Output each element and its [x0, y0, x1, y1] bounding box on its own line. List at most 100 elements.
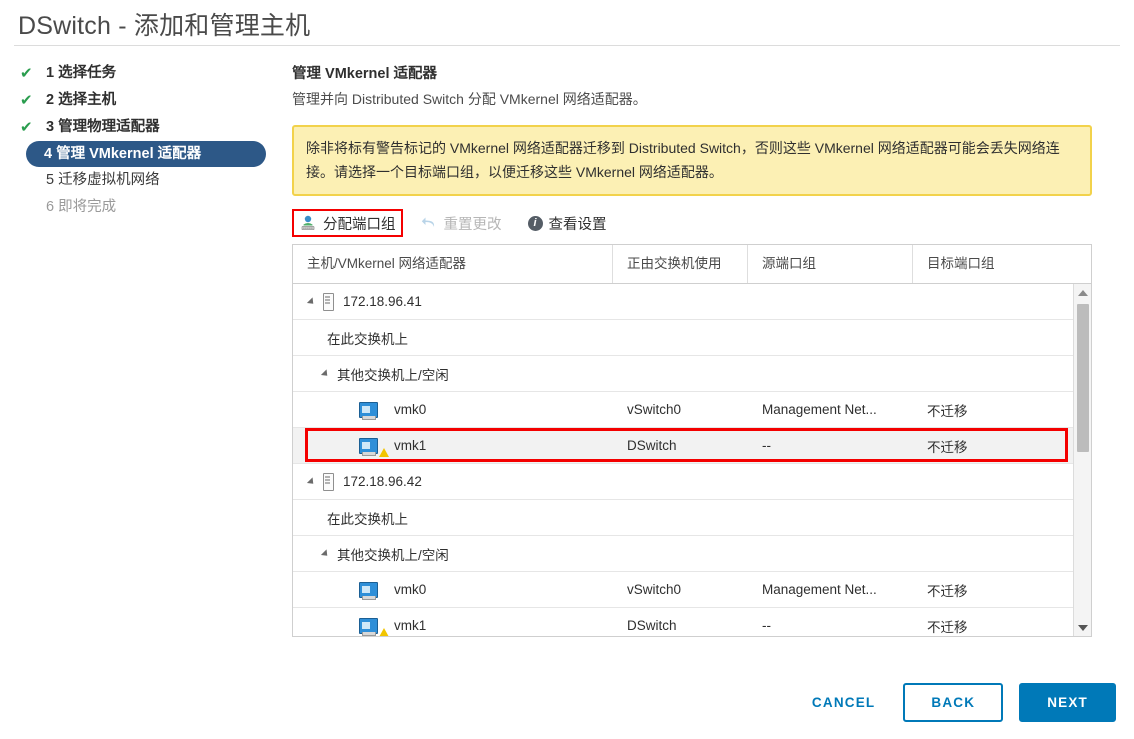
- cell-switch: [613, 536, 748, 571]
- row-label: 其他交换机上/空闲: [337, 367, 449, 383]
- wizard-dialog: DSwitch - 添加和管理主机 ✔ 1 选择任务 ✔ 2 选择主机 ✔ 3 管理物理适…: [0, 0, 1134, 739]
- host-icon: [323, 292, 334, 311]
- wizard-step-5[interactable]: 5 迁移虚拟机网络: [0, 167, 285, 194]
- table-row[interactable]: 172.18.96.42: [293, 464, 1091, 500]
- dialog-footer: CANCEL BACK NEXT: [0, 672, 1134, 732]
- table-row[interactable]: 在此交换机上: [293, 320, 1091, 356]
- host-icon: [323, 472, 334, 491]
- cell-source-portgroup: [748, 500, 913, 535]
- cell-host-adapter: vmk1: [293, 428, 613, 463]
- vmkernel-adapter-icon: [359, 581, 386, 600]
- cell-host-adapter: 在此交换机上: [293, 500, 613, 535]
- vmkernel-adapter-icon: [359, 401, 386, 420]
- row-label: 172.18.96.41: [343, 294, 422, 309]
- wizard-step-4[interactable]: 4 管理 VMkernel 适配器: [26, 141, 266, 167]
- cell-source-portgroup: [748, 536, 913, 571]
- reset-changes-button[interactable]: 重置更改: [417, 209, 506, 237]
- cancel-button[interactable]: CANCEL: [798, 685, 889, 720]
- next-button[interactable]: NEXT: [1019, 682, 1116, 722]
- column-header-host[interactable]: 主机/VMkernel 网络适配器: [293, 245, 613, 283]
- view-settings-button[interactable]: i 查看设置: [524, 209, 611, 237]
- cell-host-adapter: 172.18.96.42: [293, 464, 613, 499]
- cell-host-adapter: vmk1: [293, 608, 613, 636]
- cell-switch: vSwitch0: [627, 402, 682, 417]
- cell-target-portgroup: [913, 320, 1076, 355]
- row-label: vmk1: [394, 618, 427, 633]
- info-icon: i: [527, 215, 543, 231]
- row-label: 其他交换机上/空闲: [337, 547, 449, 563]
- row-label: vmk1: [394, 438, 427, 453]
- table-row[interactable]: vmk1 DSwitch -- 不迁移: [293, 428, 1091, 464]
- cell-target-portgroup: [913, 284, 1076, 319]
- table-row[interactable]: vmk0 vSwitch0 Management Net... 不迁移: [293, 392, 1091, 428]
- step-check-icon: ✔: [20, 65, 33, 82]
- cell-target-portgroup: 不迁移: [927, 619, 968, 635]
- table-row[interactable]: 在此交换机上: [293, 500, 1091, 536]
- wizard-step-2[interactable]: ✔ 2 选择主机: [0, 87, 285, 114]
- cell-switch: [613, 464, 748, 499]
- section-subheading: 管理并向 Distributed Switch 分配 VMkernel 网络适配…: [292, 91, 647, 107]
- cell-target-portgroup: 不迁移: [927, 403, 968, 419]
- title-bar: DSwitch - 添加和管理主机: [0, 0, 1134, 48]
- column-header-source-portgroup[interactable]: 源端口组: [748, 245, 913, 283]
- undo-icon: [421, 216, 438, 230]
- cell-source-portgroup: [748, 284, 913, 319]
- wizard-step-6[interactable]: 6 即将完成: [0, 194, 285, 221]
- cell-target-portgroup: 不迁移: [927, 439, 968, 455]
- grid-toolbar: 分配端口组 重置更改 i 查看设置: [292, 208, 1100, 238]
- cell-target-portgroup: [913, 356, 1076, 391]
- vertical-scrollbar[interactable]: [1073, 284, 1091, 636]
- cell-switch: [613, 284, 748, 319]
- cell-host-adapter: vmk0: [293, 572, 613, 607]
- table-row[interactable]: vmk0 vSwitch0 Management Net... 不迁移: [293, 572, 1091, 608]
- wizard-steps: ✔ 1 选择任务 ✔ 2 选择主机 ✔ 3 管理物理适配器 4 管理 VMkernel 适配…: [0, 60, 285, 221]
- row-label: vmk0: [394, 402, 427, 417]
- wizard-step-label: 3 管理物理适配器: [46, 119, 160, 135]
- cell-target-portgroup: [913, 536, 1076, 571]
- main-content: 管理 VMkernel 适配器 管理并向 Distributed Switch …: [290, 62, 1100, 637]
- scroll-up-icon[interactable]: [1074, 284, 1091, 301]
- collapse-triangle-icon[interactable]: [306, 296, 317, 307]
- wizard-step-3[interactable]: ✔ 3 管理物理适配器: [0, 114, 285, 141]
- cell-source-portgroup: [748, 320, 913, 355]
- collapse-triangle-icon[interactable]: [306, 476, 317, 487]
- wizard-step-label: 4 管理 VMkernel 适配器: [44, 146, 202, 162]
- table-row[interactable]: 172.18.96.41: [293, 284, 1091, 320]
- wizard-step-1[interactable]: ✔ 1 选择任务: [0, 60, 285, 87]
- cell-host-adapter: vmk0: [293, 392, 613, 427]
- column-header-target-portgroup[interactable]: 目标端口组: [913, 245, 1076, 283]
- scrollbar-thumb[interactable]: [1077, 304, 1089, 452]
- cell-switch: [613, 320, 748, 355]
- vmkernel-adapter-warning-icon: [359, 617, 389, 636]
- wizard-step-label: 6 即将完成: [46, 199, 117, 215]
- page-title: DSwitch - 添加和管理主机: [18, 12, 311, 40]
- reset-changes-label: 重置更改: [443, 216, 502, 233]
- section-heading: 管理 VMkernel 适配器: [292, 66, 438, 82]
- cell-source-portgroup: [748, 356, 913, 391]
- cell-source-portgroup: Management Net...: [762, 402, 877, 417]
- cell-switch: [613, 356, 748, 391]
- cell-source-portgroup: --: [762, 438, 771, 453]
- wizard-step-label: 2 选择主机: [46, 92, 117, 108]
- cell-switch: [613, 500, 748, 535]
- table-row[interactable]: vmk1 DSwitch -- 不迁移: [293, 608, 1091, 636]
- table-header-row: 主机/VMkernel 网络适配器 正由交换机使用 源端口组 目标端口组: [293, 245, 1091, 284]
- vmkernel-adapters-table: 主机/VMkernel 网络适配器 正由交换机使用 源端口组 目标端口组 172…: [292, 244, 1092, 637]
- table-row[interactable]: 其他交换机上/空闲: [293, 356, 1091, 392]
- assign-portgroup-button[interactable]: 分配端口组: [292, 209, 403, 237]
- cell-source-portgroup: Management Net...: [762, 582, 877, 597]
- collapse-triangle-icon[interactable]: [320, 548, 331, 559]
- wizard-step-label: 5 迁移虚拟机网络: [46, 172, 160, 188]
- column-header-switch[interactable]: 正由交换机使用: [613, 245, 748, 283]
- table-row[interactable]: 其他交换机上/空闲: [293, 536, 1091, 572]
- cell-target-portgroup: [913, 464, 1076, 499]
- row-label: 172.18.96.42: [343, 474, 422, 489]
- view-settings-label: 查看设置: [548, 216, 607, 233]
- row-label: vmk0: [394, 582, 427, 597]
- scroll-down-icon[interactable]: [1074, 619, 1091, 636]
- cell-host-adapter: 其他交换机上/空闲: [293, 356, 613, 391]
- title-divider: [14, 45, 1120, 46]
- collapse-triangle-icon[interactable]: [320, 368, 331, 379]
- vmkernel-adapter-warning-icon: [359, 437, 389, 457]
- back-button[interactable]: BACK: [903, 682, 1004, 722]
